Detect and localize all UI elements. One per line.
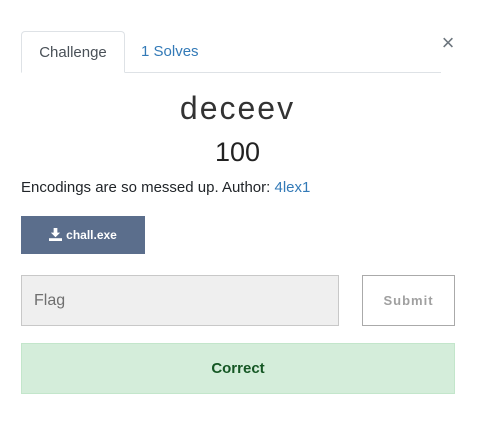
download-icon [49,228,63,241]
download-file-button[interactable]: chall.exe [21,216,145,254]
file-name: chall.exe [66,228,117,242]
author-link[interactable]: 4lex1 [274,179,310,196]
flag-input[interactable] [21,275,339,326]
tab-bar: Challenge 1 Solves [21,31,441,73]
challenge-value: 100 [214,137,261,167]
challenge-description: Encodings are so messed up. Author: 4lex… [21,178,310,198]
submit-button[interactable]: Submit [362,275,455,326]
tab-solves[interactable]: 1 Solves [141,31,199,72]
tab-challenge[interactable]: Challenge [21,31,125,73]
description-text: Encodings are so messed up. Author: [21,179,275,196]
challenge-name: deceev [179,90,296,126]
result-notification: Correct [21,343,455,394]
close-icon[interactable]: × [438,32,458,54]
